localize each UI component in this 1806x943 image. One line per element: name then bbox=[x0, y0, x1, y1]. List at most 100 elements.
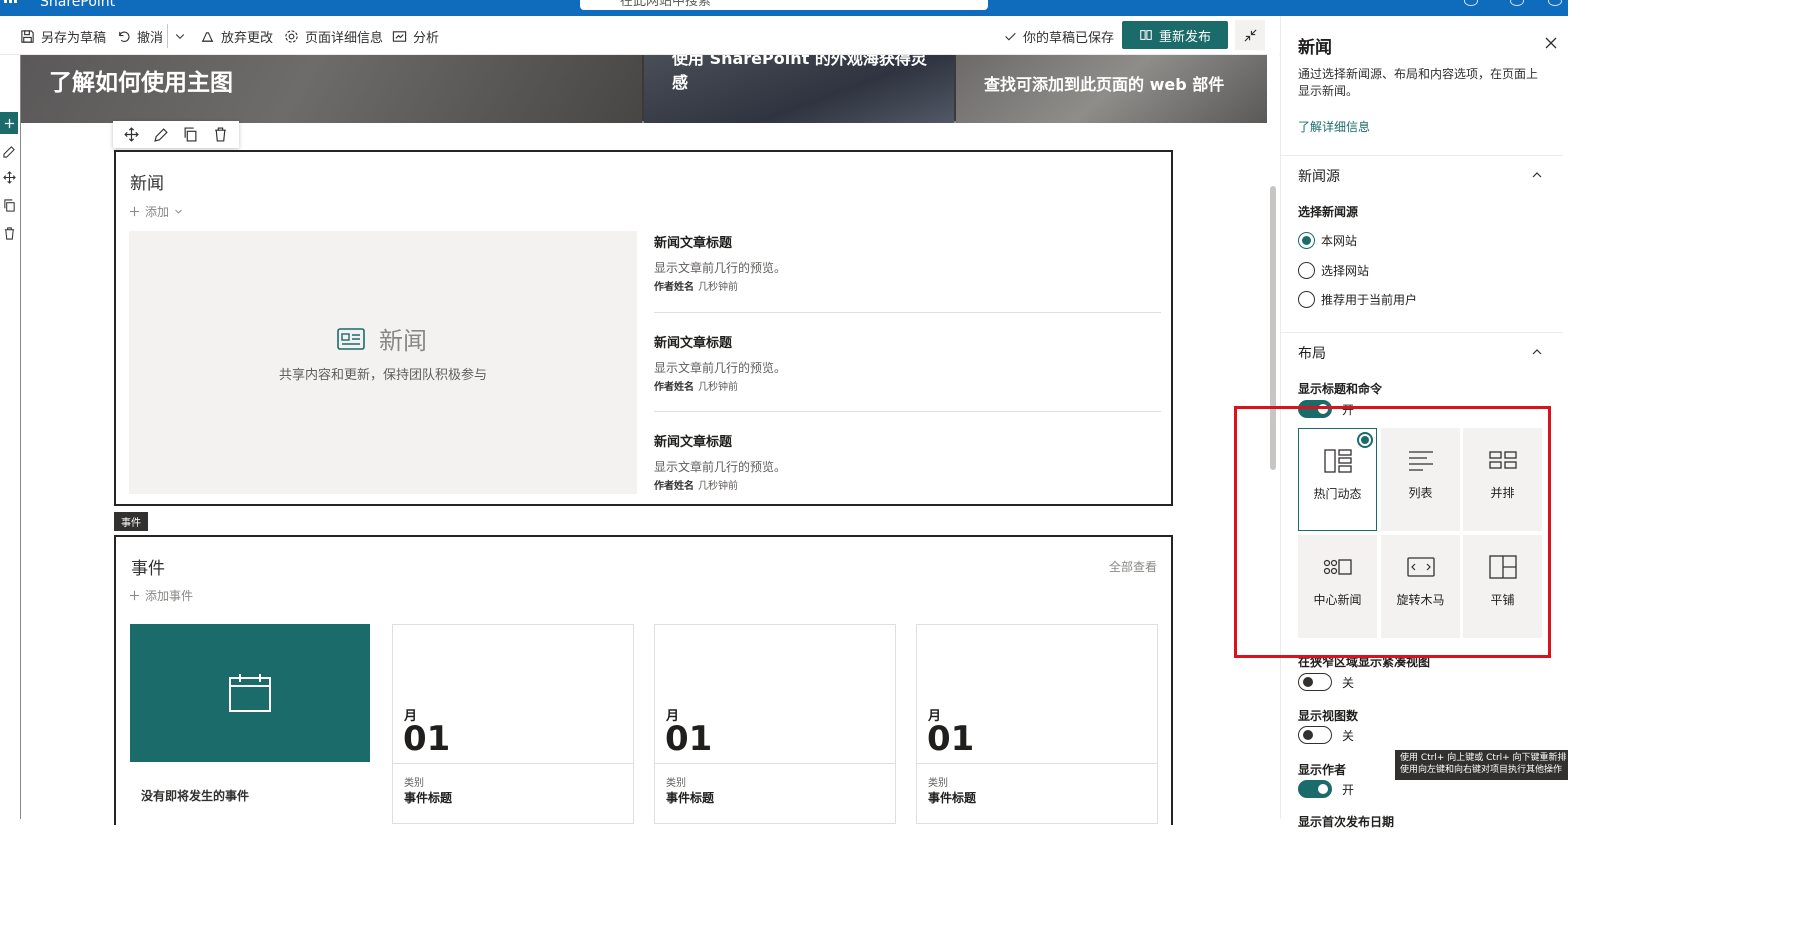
article-divider bbox=[654, 411, 1161, 412]
layout-group-header[interactable]: 布局 bbox=[1298, 343, 1326, 363]
news-article-title[interactable]: 新闻文章标题 bbox=[654, 232, 1161, 251]
news-article-title[interactable]: 新闻文章标题 bbox=[654, 431, 1161, 450]
app-name[interactable]: SharePoint bbox=[40, 0, 115, 10]
news-title[interactable]: 新闻 bbox=[130, 169, 164, 194]
edit-icon bbox=[2, 145, 15, 158]
news-article-author: 作者姓名 bbox=[654, 481, 694, 492]
edit-section-button[interactable] bbox=[0, 140, 18, 162]
radio-button[interactable] bbox=[1298, 291, 1315, 308]
toggle-state: 关 bbox=[1342, 728, 1355, 743]
news-article[interactable]: 新闻文章标题 显示文章前几行的预览。 作者姓名 几秒钟前 bbox=[654, 232, 1161, 293]
see-all-link[interactable]: 全部查看 bbox=[1109, 558, 1157, 575]
show-views-toggle[interactable]: 关 bbox=[1298, 726, 1354, 744]
suite-bar: SharePoint 在此网站中搜索 bbox=[0, 0, 1568, 16]
event-title[interactable]: 事件标题 bbox=[666, 789, 714, 806]
move-icon[interactable] bbox=[124, 127, 140, 142]
collapse-icon bbox=[1243, 28, 1257, 42]
toggle-state: 开 bbox=[1342, 782, 1355, 797]
toggle-switch[interactable] bbox=[1298, 673, 1332, 691]
edit-icon[interactable] bbox=[154, 127, 169, 142]
toggle-switch[interactable] bbox=[1298, 726, 1332, 744]
chevron-up-icon[interactable] bbox=[1531, 348, 1543, 356]
event-card[interactable]: 月 01 类别 事件标题 bbox=[654, 624, 896, 824]
help-icon[interactable] bbox=[1510, 0, 1524, 6]
page-details-button[interactable]: 页面详细信息 bbox=[284, 26, 383, 46]
news-icon bbox=[337, 327, 365, 350]
pane-title: 新闻 bbox=[1298, 38, 1332, 58]
news-add-button[interactable]: 添加 bbox=[129, 203, 183, 220]
page-details-label: 页面详细信息 bbox=[305, 30, 384, 46]
news-article[interactable]: 新闻文章标题 显示文章前几行的预览。 作者姓名 几秒钟前 bbox=[654, 332, 1161, 393]
event-card[interactable]: 月 01 类别 事件标题 bbox=[392, 624, 634, 824]
toggle-switch[interactable] bbox=[1298, 780, 1332, 798]
news-article[interactable]: 新闻文章标题 显示文章前几行的预览。 作者姓名 几秒钟前 bbox=[654, 431, 1161, 492]
collapse-pane-button[interactable] bbox=[1235, 20, 1265, 50]
radio-button[interactable] bbox=[1298, 262, 1315, 279]
avatar[interactable] bbox=[1548, 0, 1562, 6]
hero-tile-1[interactable]: 了解如何使用主图 bbox=[21, 55, 642, 123]
left-edge-rule bbox=[20, 55, 21, 819]
radio-this-site[interactable]: 本网站 bbox=[1298, 232, 1357, 249]
news-placeholder[interactable]: 新闻 共享内容和更新，保持团队积极参与 bbox=[129, 231, 637, 494]
search-box[interactable]: 在此网站中搜索 bbox=[580, 0, 988, 10]
discard-button[interactable]: 放弃更改 bbox=[200, 26, 273, 46]
show-title-label: 显示标题和命令 bbox=[1298, 382, 1383, 396]
settings-icon[interactable] bbox=[1464, 0, 1478, 6]
analytics-label: 分析 bbox=[413, 30, 440, 46]
news-article-title[interactable]: 新闻文章标题 bbox=[654, 332, 1161, 351]
annotation-highlight-box bbox=[1234, 406, 1551, 658]
hero-webpart[interactable]: 了解如何使用主图 使用 SharePoint 的外观海获得灵感 查找可添加到此页… bbox=[21, 55, 1267, 123]
compact-view-toggle[interactable]: 关 bbox=[1298, 673, 1354, 691]
news-placeholder-title: 新闻 bbox=[379, 327, 427, 355]
event-card-empty[interactable]: 没有即将发生的事件 bbox=[130, 624, 372, 824]
events-title[interactable]: 事件 bbox=[131, 554, 165, 579]
event-title[interactable]: 事件标题 bbox=[928, 789, 976, 806]
trash-icon[interactable] bbox=[213, 127, 228, 142]
save-draft-label: 另存为草稿 bbox=[41, 30, 107, 46]
save-draft-button[interactable]: 另存为草稿 bbox=[20, 26, 106, 46]
checkmark-icon bbox=[1005, 32, 1016, 41]
news-source-group-header[interactable]: 新闻源 bbox=[1298, 166, 1340, 186]
news-article-time: 几秒钟前 bbox=[698, 382, 738, 393]
radio-button[interactable] bbox=[1298, 232, 1315, 249]
undo-dropdown-button[interactable] bbox=[174, 26, 186, 46]
copy-icon bbox=[3, 198, 15, 212]
chevron-up-icon[interactable] bbox=[1531, 171, 1543, 179]
radio-select-sites[interactable]: 选择网站 bbox=[1298, 262, 1369, 279]
save-status-label: 你的草稿已保存 bbox=[1023, 30, 1115, 46]
show-author-toggle[interactable]: 开 bbox=[1298, 780, 1354, 798]
news-add-label: 添加 bbox=[145, 205, 170, 219]
app-launcher-icon[interactable] bbox=[4, 0, 18, 6]
search-placeholder: 在此网站中搜索 bbox=[620, 0, 712, 9]
event-title[interactable]: 事件标题 bbox=[404, 789, 452, 806]
copy-icon[interactable] bbox=[183, 127, 198, 142]
event-image bbox=[130, 624, 370, 762]
close-icon[interactable] bbox=[1544, 36, 1558, 50]
news-source-label: 选择新闻源 bbox=[1298, 205, 1359, 219]
add-section-button[interactable] bbox=[0, 112, 18, 134]
duplicate-section-button[interactable] bbox=[0, 194, 18, 216]
pane-divider bbox=[1281, 155, 1563, 156]
hero-tile-2[interactable]: 使用 SharePoint 的外观海获得灵感 bbox=[644, 55, 954, 123]
news-article-desc: 显示文章前几行的预览。 bbox=[654, 460, 787, 474]
analytics-button[interactable]: 分析 bbox=[392, 26, 439, 46]
events-webpart[interactable]: 事件 全部查看 添加事件 没有即将发生的事件 月 01 类别 事件标题 月 01… bbox=[114, 535, 1173, 825]
news-placeholder-header: 新闻 bbox=[337, 321, 427, 356]
keyboard-tooltip: 使用 Ctrl+ 向上键或 Ctrl+ 向下键重新排 使用向左键和向右键对项目执… bbox=[1395, 750, 1568, 780]
event-day: 01 bbox=[403, 719, 451, 759]
event-category: 类别 bbox=[928, 778, 948, 789]
learn-more-link[interactable]: 了解详细信息 bbox=[1298, 118, 1370, 135]
move-section-button[interactable] bbox=[0, 166, 18, 188]
undo-button[interactable]: 撤消 bbox=[116, 26, 163, 46]
add-event-button[interactable]: 添加事件 bbox=[129, 587, 193, 604]
radio-recommended[interactable]: 推荐用于当前用户 bbox=[1298, 291, 1417, 308]
radio-label: 推荐用于当前用户 bbox=[1321, 293, 1418, 307]
delete-section-button[interactable] bbox=[0, 222, 18, 244]
chevron-down-icon bbox=[175, 209, 182, 214]
hero-tile-3[interactable]: 查找可添加到此页面的 web 部件 bbox=[956, 55, 1267, 123]
webpart-toolbar bbox=[113, 121, 239, 148]
event-card[interactable]: 月 01 类别 事件标题 bbox=[916, 624, 1158, 824]
news-webpart[interactable]: 新闻 添加 新闻 共享内容和更新，保持团队积极参与 新闻文章标题 显示文章前几行… bbox=[114, 150, 1173, 506]
webpart-tag: 事件 bbox=[114, 512, 148, 531]
republish-button[interactable]: 重新发布 bbox=[1122, 21, 1228, 49]
